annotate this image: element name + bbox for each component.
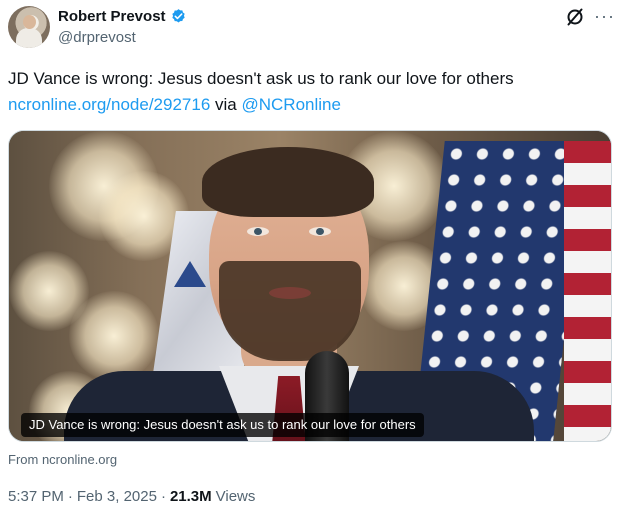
mouth xyxy=(269,287,311,299)
more-icon[interactable]: ··· xyxy=(594,7,615,25)
tweet-text: JD Vance is wrong: Jesus doesn't ask us … xyxy=(8,66,608,118)
right-eye xyxy=(309,227,331,236)
tweet-meta: 5:37 PM · Feb 3, 2025 · 21.3M Views xyxy=(8,488,255,505)
avatar[interactable] xyxy=(8,6,50,48)
tweet-time[interactable]: 5:37 PM xyxy=(8,488,64,505)
article-link[interactable]: ncronline.org/node/292716 xyxy=(8,95,210,114)
grok-icon[interactable] xyxy=(565,7,585,27)
us-flag-stripes xyxy=(564,141,611,441)
avatar-robe xyxy=(16,28,42,48)
author-handle[interactable]: @drprevost xyxy=(58,29,136,46)
card-source[interactable]: From ncronline.org xyxy=(8,452,117,467)
author-name-row: Robert Prevost xyxy=(58,8,187,25)
beard xyxy=(219,261,361,361)
tweet-date[interactable]: Feb 3, 2025 xyxy=(77,488,157,505)
tweet-body: JD Vance is wrong: Jesus doesn't ask us … xyxy=(8,69,514,88)
card-caption: JD Vance is wrong: Jesus doesn't ask us … xyxy=(21,413,424,437)
views-label: Views xyxy=(215,488,256,505)
link-card[interactable]: JD Vance is wrong: Jesus doesn't ask us … xyxy=(8,130,612,442)
left-eye xyxy=(247,227,269,236)
author-display-name[interactable]: Robert Prevost xyxy=(58,8,166,25)
hair xyxy=(202,147,374,217)
mention-link[interactable]: @NCRonline xyxy=(241,95,340,114)
via-text: via xyxy=(215,95,237,114)
verified-badge-icon xyxy=(171,9,185,23)
meta-separator: · xyxy=(160,488,166,505)
flag-star-shape xyxy=(174,261,206,287)
avatar-head xyxy=(23,15,36,29)
meta-separator: · xyxy=(67,488,73,505)
bokeh-light xyxy=(69,291,159,381)
views-count: 21.3M xyxy=(169,488,212,505)
